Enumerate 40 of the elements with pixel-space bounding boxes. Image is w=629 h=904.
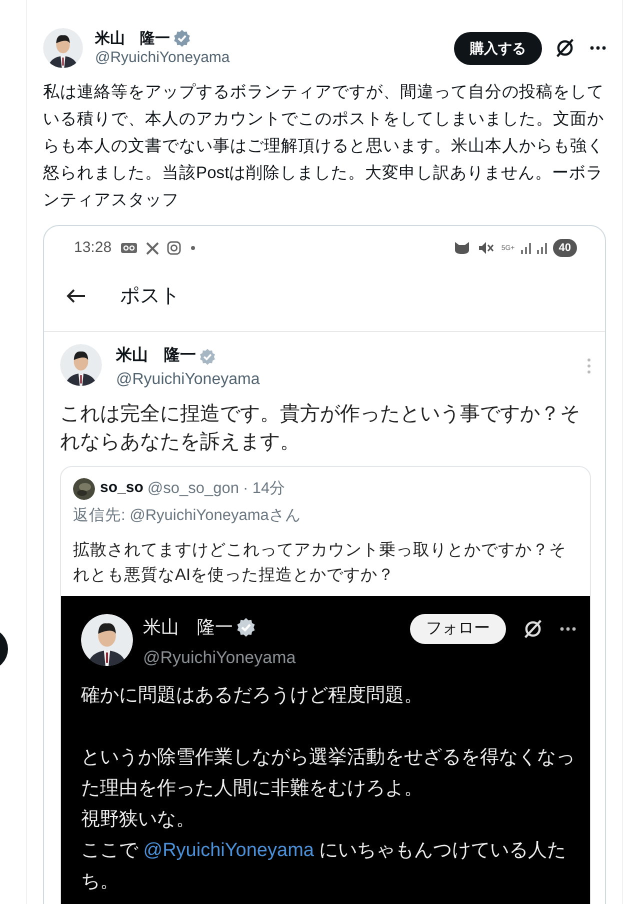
camera-icon — [166, 241, 181, 255]
more-icon[interactable] — [560, 626, 576, 630]
dot-icon — [190, 246, 195, 250]
author-handle: @so_so_gon — [147, 479, 239, 499]
x-logo-icon — [146, 242, 159, 254]
author-name[interactable]: 米山 隆一 — [95, 28, 170, 48]
slashed-circle-icon[interactable] — [554, 37, 576, 59]
reply-to-text: 返信先: @RyuichiYoneyamaさん — [73, 506, 302, 526]
voicemail-icon — [120, 242, 138, 254]
post-text: 拡散されてますけどこれってアカウント乗っ取りとかですか？それとも悪質なAIを使った捏造とかですか？ — [73, 540, 567, 586]
post-text: 確かに問題はあるだろうけど程度問題。 — [81, 684, 424, 708]
signal-icon — [520, 242, 532, 254]
post-text: ここで @RyuichiYoneyama にいちゃもんつけている人たち。 — [81, 839, 568, 894]
signal-icon — [536, 242, 548, 254]
post-text: これは完全に捏造です。貴方が作ったという事ですか？それならあなたを訴えます。 — [60, 402, 581, 455]
author-handle[interactable]: @RyuichiYoneyama — [95, 48, 454, 68]
author-name: so_so — [100, 478, 144, 498]
cat-icon — [454, 241, 470, 255]
mention-link[interactable]: @RyuichiYoneyama — [143, 840, 314, 861]
author-handle: @RyuichiYoneyama — [116, 370, 261, 390]
post-text: というか除雪作業しながら選挙活動をせざるを得なくなった理由を作った人間に非難をむけろよ。 — [81, 746, 576, 801]
avatar — [81, 614, 133, 666]
follow-button[interactable]: フォロー — [410, 614, 506, 644]
buy-button[interactable]: 購入する — [454, 32, 542, 64]
author-handle: @RyuichiYoneyama — [143, 646, 297, 668]
post-time: · 14分 — [242, 479, 286, 499]
author-name: 米山 隆一 — [143, 616, 233, 638]
avatar — [43, 28, 83, 68]
status-time: 13:28 — [74, 238, 112, 258]
mute-icon — [478, 241, 494, 255]
slashed-circle-icon[interactable] — [522, 618, 544, 640]
battery-level: 40 — [552, 238, 577, 258]
avatar — [73, 478, 95, 500]
post-text: 視野狭いな。 — [81, 808, 196, 832]
page-title: ポスト — [120, 284, 180, 308]
avatar — [60, 344, 102, 386]
more-icon[interactable] — [590, 46, 606, 50]
author-name: 米山 隆一 — [116, 346, 196, 366]
post-text: 私は連絡等をアップするボランティアですが、間違って自分の投稿をしている積りで、本人のアカウントでこのポストをしてしまいました。文面からも本人の文書でない事はご理解頂けると思います。米山本人からも強く怒られました。当該Postは削除しました。大変申し訳ありません。ーボランティアスタッフ — [43, 81, 605, 211]
back-arrow-icon[interactable] — [66, 288, 86, 304]
